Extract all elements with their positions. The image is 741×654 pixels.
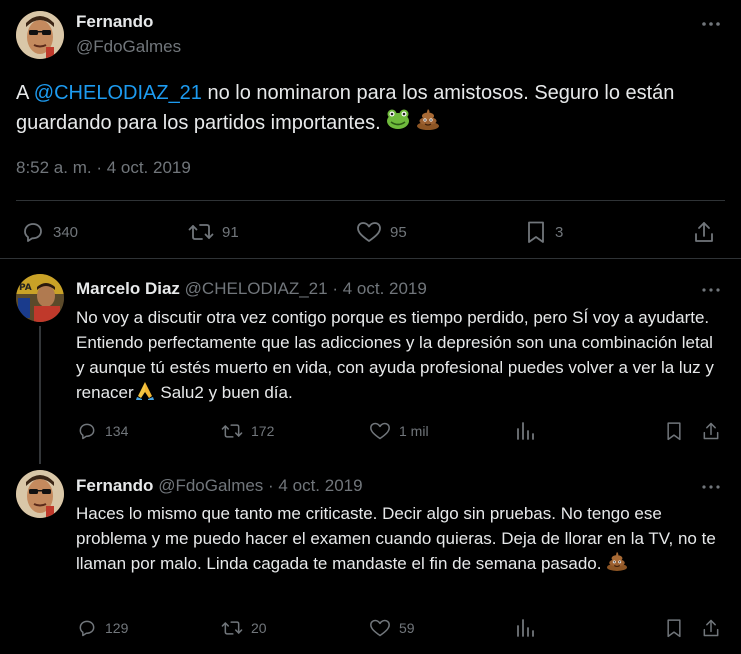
retweet-count: 20 — [251, 620, 267, 636]
heart-icon — [357, 222, 381, 242]
reply-button[interactable]: 134 — [77, 421, 128, 441]
like-button[interactable]: 95 — [356, 220, 407, 244]
retweet-count: 91 — [222, 223, 239, 241]
tweet-text: A @CHELODIAZ_21 no lo nominaron para los… — [16, 78, 706, 139]
tweet-date[interactable]: · 4 oct. 2019 — [268, 476, 363, 495]
bookmark-button[interactable]: 3 — [525, 220, 563, 244]
reply-button[interactable]: 340 — [21, 220, 78, 244]
poop-emoji-icon — [606, 551, 628, 578]
bookmark-icon — [667, 619, 681, 638]
reply-body-end: Salu2 y buen día. — [155, 383, 293, 402]
share-icon — [703, 619, 719, 637]
views-icon — [517, 422, 534, 440]
praying-hands-emoji-icon — [134, 380, 156, 407]
share-button[interactable] — [693, 220, 715, 244]
poop-emoji-icon — [416, 108, 440, 139]
retweet-button[interactable]: 20 — [221, 618, 267, 638]
reply-count: 134 — [105, 423, 129, 439]
bookmark-icon — [528, 221, 544, 243]
avatar[interactable] — [16, 470, 64, 518]
author-name[interactable]: Marcelo Diaz — [76, 279, 180, 298]
reply-text: Haces lo mismo que tanto me criticaste. … — [76, 501, 726, 578]
divider — [0, 258, 741, 259]
views-button[interactable] — [515, 421, 535, 441]
retweet-button[interactable]: 172 — [221, 421, 274, 441]
author-name[interactable]: Fernando — [76, 12, 153, 32]
share-button[interactable] — [701, 618, 721, 638]
bookmark-button[interactable] — [664, 421, 684, 441]
like-button[interactable]: 1 mil — [369, 421, 429, 441]
reply-text: No voy a discutir otra vez contigo porqu… — [76, 305, 726, 407]
tweet-date[interactable]: · 4 oct. 2019 — [332, 279, 427, 298]
like-button[interactable]: 59 — [369, 618, 415, 638]
divider — [16, 200, 725, 201]
author-handle[interactable]: @FdoGalmes — [76, 37, 181, 57]
reply-icon — [79, 620, 95, 637]
reply-icon — [79, 423, 95, 440]
retweet-icon — [221, 424, 243, 438]
mention-link[interactable]: @CHELODIAZ_21 — [34, 82, 202, 104]
bookmark-count: 3 — [555, 223, 564, 241]
reply-count: 129 — [105, 620, 129, 636]
reply-header: Fernando @FdoGalmes · 4 oct. 2019 — [76, 476, 363, 496]
more-icon[interactable] — [700, 14, 722, 37]
tweet-text-start: A — [16, 82, 34, 104]
tweet-timestamp[interactable]: 8:52 a. m. · 4 oct. 2019 — [16, 158, 191, 178]
reply-icon — [24, 223, 42, 242]
share-button[interactable] — [701, 421, 721, 441]
author-handle[interactable]: @CHELODIAZ_21 — [185, 279, 328, 298]
reply-count: 340 — [53, 223, 79, 241]
reply-header: Marcelo Diaz @CHELODIAZ_21 · 4 oct. 2019 — [76, 279, 427, 299]
like-count: 1 mil — [399, 423, 429, 439]
thread-line — [39, 326, 41, 464]
author-name[interactable]: Fernando — [76, 476, 153, 495]
retweet-icon — [188, 224, 214, 240]
reply-button[interactable]: 129 — [77, 618, 128, 638]
more-icon[interactable] — [700, 280, 722, 303]
views-icon — [517, 619, 534, 637]
share-icon — [703, 422, 719, 440]
svg-text:PA: PA — [19, 283, 32, 293]
bookmark-button[interactable] — [664, 618, 684, 638]
heart-icon — [370, 619, 390, 637]
bookmark-icon — [667, 422, 681, 441]
avatar[interactable] — [16, 11, 64, 59]
more-icon[interactable] — [700, 477, 722, 500]
retweet-count: 172 — [251, 423, 275, 439]
retweet-icon — [221, 621, 243, 635]
share-icon — [695, 222, 713, 242]
retweet-button[interactable]: 91 — [188, 220, 239, 244]
avatar[interactable]: PA — [16, 274, 64, 322]
views-button[interactable] — [515, 618, 535, 638]
like-count: 59 — [399, 620, 415, 636]
frog-emoji-icon — [386, 108, 410, 139]
like-count: 95 — [390, 223, 407, 241]
author-handle[interactable]: @FdoGalmes — [158, 476, 263, 495]
heart-icon — [370, 422, 390, 440]
